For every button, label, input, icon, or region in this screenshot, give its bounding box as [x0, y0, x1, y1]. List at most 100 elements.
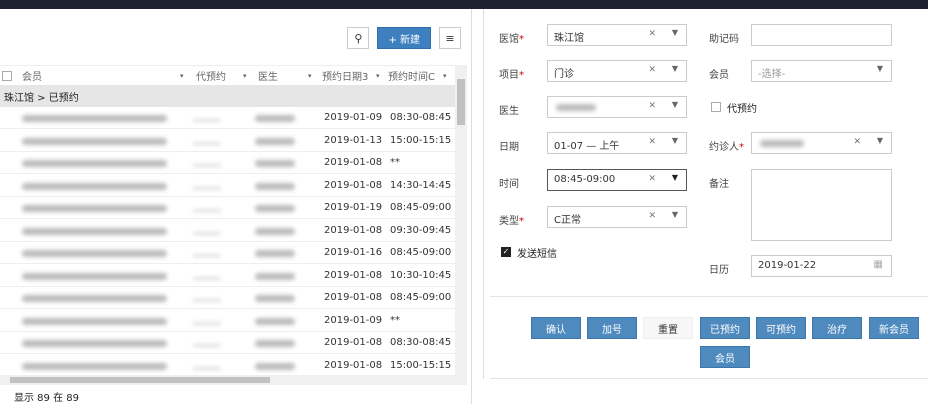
row-time: 10:30-10:45	[390, 269, 452, 281]
proxy-checkbox[interactable]	[711, 102, 721, 112]
col-time[interactable]: 预约时间C	[388, 68, 435, 83]
sort-icon[interactable]: ▾	[180, 72, 184, 80]
row-date: 2019-01-08	[324, 292, 383, 303]
row-date: 2019-01-08	[324, 157, 383, 168]
time-label: 时间	[499, 179, 519, 190]
doctor-name-blurred	[255, 340, 295, 347]
member-name-blurred	[22, 340, 167, 347]
sort-icon[interactable]: ▾	[243, 72, 247, 80]
row-time: 08:45-09:00	[390, 292, 452, 303]
table-header: 会员 ▾ 代预约 ▾ 医生 ▾ 预约日期3 ▾ 预约时间C ▾	[0, 65, 455, 85]
sort-icon[interactable]: ▾	[308, 72, 312, 80]
date-select[interactable]: 01-07 — 上午 ✕ ▼	[547, 132, 687, 154]
col-doctor[interactable]: 医生	[258, 68, 278, 83]
search-icon: ⚲	[354, 31, 363, 45]
row-time: 14:30-14:45	[390, 179, 452, 191]
mnemonic-label: 助记码	[709, 34, 739, 45]
row-date: 2019-01-08	[324, 359, 383, 371]
table-row[interactable]: 2019-01-08 10:30-10:45	[0, 265, 455, 287]
confirm-button[interactable]: 确认	[531, 317, 581, 339]
table-row[interactable]: 2019-01-19 08:45-09:00	[0, 197, 455, 219]
table-row[interactable]: 2019-01-13 15:00-15:15	[0, 130, 455, 152]
sms-label: 发送短信	[517, 249, 557, 260]
calendar-input[interactable]: 2019-01-22 ▦	[751, 255, 892, 277]
row-date: 2019-01-09	[324, 112, 383, 123]
sort-icon[interactable]: ▾	[376, 72, 380, 80]
row-time: **	[390, 314, 400, 326]
hamburger-icon: ≡	[445, 31, 455, 45]
top-bar	[0, 0, 928, 9]
member-name-blurred	[22, 137, 167, 145]
table-row[interactable]: 2019-01-08 09:30-09:45	[0, 220, 455, 242]
sort-icon[interactable]: ▾	[443, 72, 447, 80]
project-select[interactable]: 门诊 ✕ ▼	[547, 60, 687, 82]
table-row[interactable]: 2019-01-09 **	[0, 310, 455, 332]
reset-button[interactable]: 重置	[643, 317, 693, 339]
member-name-blurred	[22, 317, 167, 325]
proxy-value	[193, 366, 221, 370]
row-date: 2019-01-16	[324, 247, 383, 258]
clinic-select[interactable]: 珠江馆 ✕ ▼	[547, 24, 687, 46]
record-count: 显示 89 在 89	[14, 393, 79, 404]
row-date: 2019-01-19	[324, 202, 383, 213]
member-name-blurred	[22, 182, 167, 190]
booked-button[interactable]: 已预约	[700, 317, 750, 339]
doctor-name-blurred	[255, 250, 295, 257]
search-button[interactable]: ⚲	[347, 27, 370, 49]
proxy-value	[193, 186, 221, 190]
horizontal-scrollbar[interactable]	[0, 375, 467, 385]
available-button[interactable]: 可预约	[756, 317, 806, 339]
member-name-blurred	[22, 272, 167, 280]
col-member[interactable]: 会员	[22, 68, 42, 83]
table-row[interactable]: 2019-01-08 **	[0, 152, 455, 174]
date-label: 日期	[499, 142, 519, 153]
proxy-value	[193, 231, 221, 235]
row-time: 08:45-09:00	[390, 202, 452, 213]
proxy-value	[193, 141, 221, 145]
new-button[interactable]: + 新建	[377, 27, 431, 49]
row-date: 2019-01-08	[324, 337, 383, 348]
row-date: 2019-01-09	[324, 314, 383, 326]
doctor-name-blurred	[255, 227, 295, 235]
booker-select[interactable]: ✕ ▼	[751, 132, 892, 154]
row-time: 09:30-09:45	[390, 224, 452, 236]
proxy-value	[193, 299, 221, 302]
mnemonic-input[interactable]	[751, 24, 892, 46]
proxy-value	[193, 164, 221, 167]
col-proxy[interactable]: 代预约	[196, 68, 226, 83]
row-time: 08:45-09:00	[390, 247, 452, 258]
group-row[interactable]: 珠江馆 > 已预约	[0, 85, 455, 107]
proxy-value	[193, 254, 221, 257]
menu-button[interactable]: ≡	[439, 27, 461, 49]
treatment-button[interactable]: 治疗	[812, 317, 862, 339]
note-textarea[interactable]	[751, 169, 892, 241]
table-row[interactable]: 2019-01-08 08:45-09:00	[0, 287, 455, 309]
vertical-scrollbar[interactable]	[455, 65, 467, 375]
add-number-button[interactable]: 加号	[587, 317, 637, 339]
table-row[interactable]: 2019-01-09 08:30-08:45	[0, 107, 455, 129]
member-select[interactable]: -选择- ▼	[751, 60, 892, 82]
doctor-name-blurred	[255, 295, 295, 302]
doctor-select[interactable]: ✕ ▼	[547, 96, 687, 118]
member-button[interactable]: 会员	[700, 346, 750, 368]
row-time: 15:00-15:15	[390, 359, 452, 371]
calendar-icon[interactable]: ▦	[874, 259, 883, 270]
member-name-blurred	[22, 362, 167, 370]
proxy-value	[193, 321, 221, 325]
type-select[interactable]: C正常 ✕ ▼	[547, 206, 687, 228]
doctor-name-blurred	[255, 115, 295, 122]
col-date[interactable]: 预约日期3	[322, 68, 368, 83]
select-all-checkbox[interactable]	[2, 71, 12, 81]
member-name-blurred	[22, 250, 167, 257]
sms-checkbox[interactable]: ✓	[501, 247, 511, 257]
table-row[interactable]: 2019-01-08 08:30-08:45	[0, 332, 455, 354]
proxy-value	[193, 119, 221, 122]
table-row[interactable]: 2019-01-08 14:30-14:45	[0, 175, 455, 197]
table-row[interactable]: 2019-01-08 15:00-15:15	[0, 355, 455, 377]
new-member-button[interactable]: 新会员	[869, 317, 919, 339]
time-select[interactable]: 08:45-09:00 ✕ ▼	[547, 169, 687, 191]
table-row[interactable]: 2019-01-16 08:45-09:00	[0, 242, 455, 264]
doctor-name-blurred	[255, 182, 295, 190]
doctor-name-blurred	[255, 137, 295, 145]
row-time: 08:30-08:45	[390, 112, 452, 123]
